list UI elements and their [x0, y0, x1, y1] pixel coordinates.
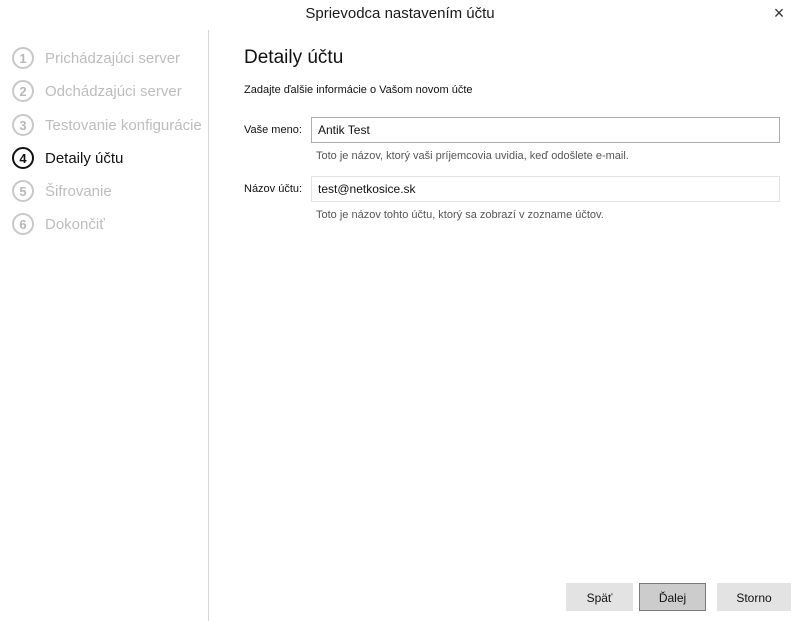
name-input[interactable]: [311, 117, 780, 143]
next-button[interactable]: Ďalej: [639, 583, 706, 611]
close-icon[interactable]: ×: [770, 3, 788, 23]
step-number-badge: 2: [12, 80, 34, 102]
step-finish[interactable]: 6 Dokončiť: [12, 211, 105, 237]
step-label: Šifrovanie: [45, 182, 112, 200]
step-number-badge: 1: [12, 47, 34, 69]
title-bar: Sprievodca nastavením účtu ×: [0, 0, 800, 30]
step-encryption[interactable]: 5 Šifrovanie: [12, 178, 112, 204]
step-label: Prichádzajúci server: [45, 49, 181, 67]
intro-text: Zadajte ďalšie informácie o Vašom novom …: [244, 84, 473, 96]
step-number-badge: 5: [12, 180, 34, 202]
name-field-hint: Toto je názov, ktorý vaši príjemcovia uv…: [316, 150, 629, 162]
step-label: Detaily účtu: [45, 149, 124, 167]
account-setup-wizard-window: Sprievodca nastavením účtu × 1 Prichádza…: [0, 0, 800, 621]
wizard-steps-sidebar: 1 Prichádzajúci server 2 Odchádzajúci se…: [0, 30, 209, 621]
name-field-label: Vaše meno:: [244, 124, 302, 136]
step-label: Odchádzajúci server: [45, 82, 182, 100]
account-name-field-label: Názov účtu:: [244, 183, 303, 195]
step-label: Testovanie konfigurácie: [45, 116, 202, 134]
back-button[interactable]: Späť: [566, 583, 633, 611]
step-number-badge: 6: [12, 213, 34, 235]
step-incoming-server[interactable]: 1 Prichádzajúci server: [12, 45, 180, 71]
window-title: Sprievodca nastavením účtu: [305, 5, 495, 22]
cancel-button[interactable]: Storno: [717, 583, 791, 611]
step-label: Dokončiť: [45, 215, 105, 233]
step-test-configuration[interactable]: 3 Testovanie konfigurácie: [12, 112, 202, 138]
account-name-field-hint: Toto je názov tohto účtu, ktorý sa zobra…: [316, 209, 604, 221]
step-account-details[interactable]: 4 Detaily účtu: [12, 145, 123, 171]
step-number-badge: 3: [12, 114, 34, 136]
wizard-content-panel: Detaily účtu Zadajte ďalšie informácie o…: [210, 30, 800, 621]
account-name-input[interactable]: [311, 176, 780, 202]
page-title: Detaily účtu: [244, 47, 344, 68]
step-number-badge: 4: [12, 147, 34, 169]
step-outgoing-server[interactable]: 2 Odchádzajúci server: [12, 78, 182, 104]
